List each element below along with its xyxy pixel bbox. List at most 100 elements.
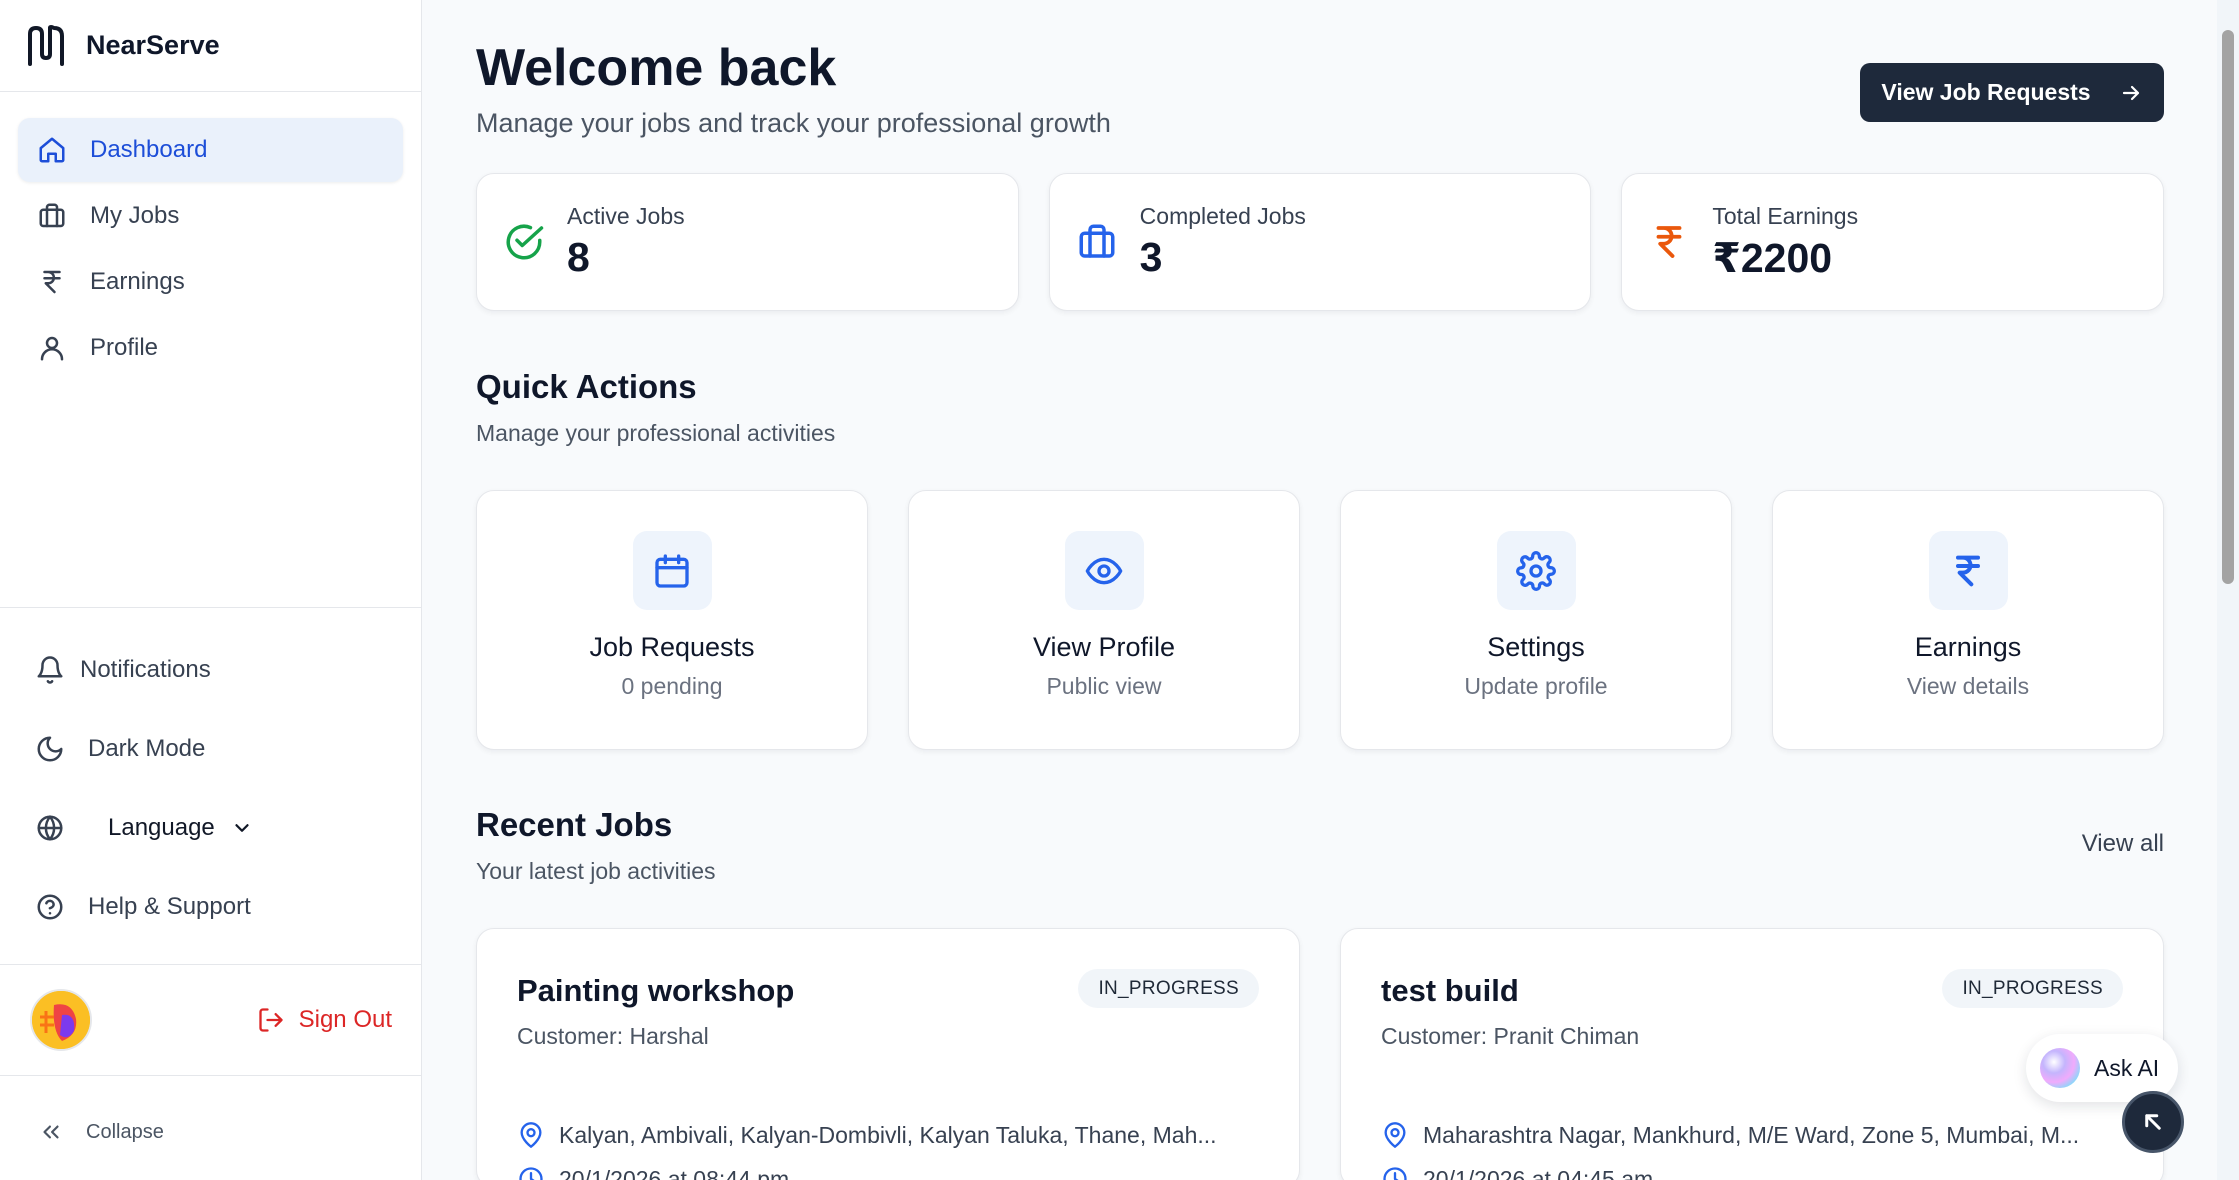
brand[interactable]: NearServe bbox=[0, 0, 421, 92]
rupee-icon bbox=[1928, 531, 2008, 610]
page-scrollbar[interactable] bbox=[2217, 0, 2239, 1180]
app-name: NearServe bbox=[86, 30, 220, 60]
arrow-right-icon bbox=[2122, 85, 2139, 100]
quick-action-view-profile[interactable]: View Profile Public view bbox=[908, 490, 1300, 750]
job-customer: Customer: Pranit Chiman bbox=[1381, 1023, 1640, 1049]
notifications-button[interactable]: Notifications bbox=[18, 630, 404, 709]
sidebar-item-dashboard[interactable]: Dashboard bbox=[18, 118, 403, 182]
clock-icon bbox=[1383, 1167, 1407, 1180]
ask-ai-label: Ask AI bbox=[2094, 1054, 2160, 1081]
sign-out-button[interactable]: Sign Out bbox=[257, 1006, 392, 1034]
sidebar-item-label: Dashboard bbox=[90, 136, 208, 163]
arrow-up-left-icon bbox=[2145, 1114, 2161, 1130]
stat-value: ₹2200 bbox=[1712, 234, 1833, 281]
quick-action-title: Earnings bbox=[1914, 632, 2022, 662]
job-location-text: Kalyan, Ambivali, Kalyan-Dombivli, Kalya… bbox=[559, 1121, 1217, 1148]
briefcase-icon bbox=[1079, 224, 1115, 258]
job-location: Kalyan, Ambivali, Kalyan-Dombivli, Kalya… bbox=[517, 1121, 1277, 1149]
sidebar-item-label: Earnings bbox=[90, 268, 185, 295]
nearserve-logo-icon bbox=[28, 24, 64, 66]
check-circle-icon bbox=[506, 224, 544, 260]
map-pin-icon bbox=[520, 1122, 542, 1148]
stat-value: 3 bbox=[1139, 234, 1163, 280]
calendar-icon bbox=[632, 531, 712, 610]
sidebar-nav: Dashboard My Jobs Earnings Profile bbox=[0, 92, 421, 380]
recent-jobs-subtitle: Your latest job activities bbox=[476, 858, 716, 884]
job-card[interactable]: Painting workshop IN_PROGRESS Customer: … bbox=[476, 928, 1300, 1180]
map-pin-icon bbox=[1384, 1122, 1406, 1148]
stat-label: Active Jobs bbox=[567, 203, 685, 229]
eye-icon bbox=[1064, 531, 1144, 610]
status-badge: IN_PROGRESS bbox=[1078, 969, 1259, 1008]
sidebar-item-my-jobs[interactable]: My Jobs bbox=[18, 184, 403, 248]
notifications-label: Notifications bbox=[80, 655, 211, 683]
ai-orb-icon bbox=[2040, 1048, 2080, 1088]
status-badge: IN_PROGRESS bbox=[1942, 969, 2123, 1008]
quick-action-job-requests[interactable]: Job Requests 0 pending bbox=[476, 490, 868, 750]
bell-icon bbox=[34, 654, 66, 686]
stat-value: 8 bbox=[567, 234, 590, 280]
help-support-link[interactable]: Help & Support bbox=[18, 867, 404, 946]
stat-card-total-earnings: Total Earnings ₹2200 bbox=[1621, 173, 2165, 311]
sidebar-item-label: Profile bbox=[90, 334, 159, 361]
quick-action-sub: 0 pending bbox=[621, 673, 723, 699]
main-content: Welcome back Manage your jobs and track … bbox=[476, 0, 2165, 1180]
job-location: Maharashtra Nagar, Mankhurd, M/E Ward, Z… bbox=[1381, 1121, 2141, 1149]
avatar[interactable] bbox=[30, 989, 92, 1051]
user-row: Sign Out bbox=[0, 964, 422, 1076]
recent-jobs-list: Painting workshop IN_PROGRESS Customer: … bbox=[476, 928, 2164, 1180]
job-customer: Customer: Harshal bbox=[517, 1023, 709, 1049]
rupee-icon bbox=[36, 266, 68, 298]
page-title: Welcome back bbox=[476, 39, 837, 97]
sidebar-utilities: Notifications Dark Mode Language Help & … bbox=[0, 607, 422, 946]
user-icon bbox=[36, 332, 68, 364]
dark-mode-toggle[interactable]: Dark Mode bbox=[18, 709, 404, 788]
job-title: Painting workshop bbox=[517, 973, 795, 1008]
dark-mode-label: Dark Mode bbox=[88, 734, 206, 762]
quick-actions-subtitle: Manage your professional activities bbox=[476, 420, 836, 446]
page-subtitle: Manage your jobs and track your professi… bbox=[476, 108, 1111, 138]
quick-action-earnings[interactable]: Earnings View details bbox=[1772, 490, 2164, 750]
view-job-requests-button[interactable]: View Job Requests bbox=[1860, 63, 2164, 122]
log-out-icon bbox=[258, 1008, 283, 1032]
collapse-sidebar-button[interactable]: Collapse bbox=[0, 1092, 422, 1172]
job-location-text: Maharashtra Nagar, Mankhurd, M/E Ward, Z… bbox=[1423, 1121, 2080, 1148]
stat-card-completed-jobs: Completed Jobs 3 bbox=[1048, 173, 1592, 311]
sidebar-item-label: My Jobs bbox=[90, 202, 180, 229]
quick-actions-title: Quick Actions bbox=[476, 368, 697, 405]
gear-icon bbox=[1496, 531, 1576, 610]
avatar-image-icon bbox=[32, 991, 90, 1049]
quick-action-sub: Public view bbox=[1046, 673, 1162, 699]
job-time: 20/1/2026 at 08:44 pm bbox=[517, 1165, 789, 1180]
help-support-label: Help & Support bbox=[88, 892, 251, 920]
job-time: 20/1/2026 at 04:45 am bbox=[1381, 1165, 1653, 1180]
rupee-icon bbox=[1656, 226, 1682, 258]
view-job-requests-label: View Job Requests bbox=[1881, 79, 2091, 105]
briefcase-icon bbox=[36, 200, 68, 232]
stat-card-active-jobs: Active Jobs 8 bbox=[476, 173, 1019, 311]
quick-action-title: Job Requests bbox=[589, 632, 755, 662]
sign-out-label: Sign Out bbox=[298, 1006, 392, 1033]
job-title: test build bbox=[1381, 973, 1519, 1008]
clock-icon bbox=[519, 1167, 543, 1180]
stat-label: Total Earnings bbox=[1712, 202, 1859, 229]
quick-action-sub: View details bbox=[1906, 673, 2030, 699]
language-label: Language bbox=[108, 813, 215, 841]
quick-action-sub: Update profile bbox=[1464, 673, 1608, 699]
moon-icon bbox=[34, 733, 66, 765]
stat-label: Completed Jobs bbox=[1139, 203, 1306, 229]
recent-jobs-title: Recent Jobs bbox=[476, 806, 673, 843]
job-time-text: 20/1/2026 at 04:45 am bbox=[1423, 1165, 1654, 1180]
scroll-to-top-button[interactable] bbox=[2122, 1091, 2184, 1153]
scrollbar-thumb[interactable] bbox=[2222, 30, 2234, 584]
view-all-link[interactable]: View all bbox=[2082, 830, 2164, 858]
sidebar-item-earnings[interactable]: Earnings bbox=[18, 250, 403, 314]
globe-icon bbox=[34, 812, 66, 844]
chevron-down-icon bbox=[235, 823, 249, 832]
collapse-label: Collapse bbox=[86, 1120, 164, 1143]
sidebar-item-profile[interactable]: Profile bbox=[18, 316, 403, 380]
quick-action-title: Settings bbox=[1487, 632, 1585, 662]
sidebar: NearServe Dashboard My Jobs Earnings Pro… bbox=[0, 0, 422, 1180]
language-select[interactable]: Language bbox=[18, 788, 404, 867]
quick-action-settings[interactable]: Settings Update profile bbox=[1340, 490, 1732, 750]
